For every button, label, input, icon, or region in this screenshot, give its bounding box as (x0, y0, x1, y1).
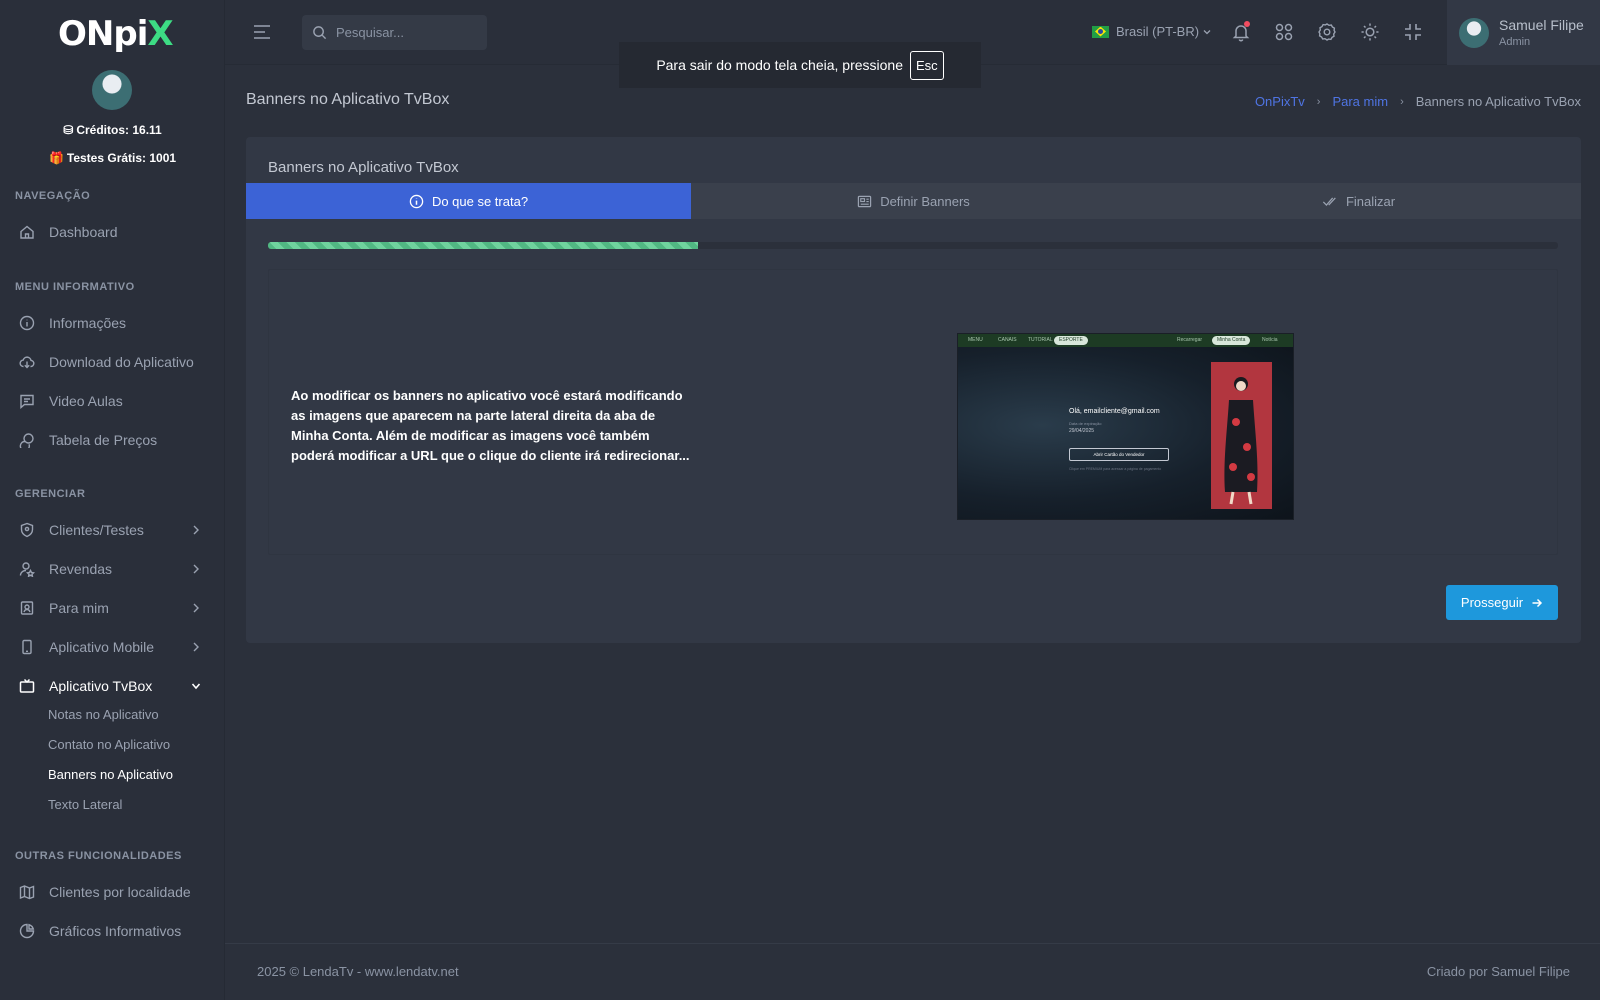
info-icon (19, 315, 35, 331)
card-title: Banners no Aplicativo TvBox (268, 159, 459, 176)
notification-dot (1244, 21, 1250, 27)
footer: 2025 © LendaTv - www.lendatv.net Criado … (225, 943, 1600, 1000)
free-trials-badge: 🎁 Testes Grátis: 1001 (48, 151, 177, 165)
exit-fullscreen-button[interactable] (1403, 22, 1423, 42)
tv-icon (19, 678, 35, 694)
hamburger-menu-icon[interactable] (252, 22, 272, 42)
logo-suffix: pi (113, 14, 148, 54)
settings-button[interactable] (1317, 22, 1337, 42)
coins-icon (19, 432, 35, 448)
step-description: Ao modificar os banners no aplicativo vo… (291, 388, 690, 463)
arrow-right-icon (1532, 598, 1543, 607)
sidebar-subitem-notas[interactable]: Notas no Aplicativo (48, 707, 159, 722)
sidebar-item-revendas[interactable]: Revendas (0, 553, 225, 585)
wizard-card: Banners no Aplicativo TvBox Do que se tr… (246, 137, 1581, 643)
breadcrumb-onpixtv[interactable]: OnPixTv (1255, 94, 1305, 109)
section-navegacao: NAVEGAÇÃO (15, 190, 91, 202)
preview-side-banner (1211, 362, 1272, 509)
breadcrumb-current: Banners no Aplicativo TvBox (1415, 94, 1581, 109)
search-icon (313, 26, 327, 40)
footer-credits: Criado por Samuel Filipe (1426, 964, 1570, 979)
breadcrumb: OnPixTv › Para mim › Banners no Aplicati… (1255, 94, 1581, 109)
apps-grid-icon (1275, 23, 1293, 41)
user-name: Samuel Filipe (1499, 17, 1584, 33)
step-finalizar[interactable]: Finalizar (1136, 183, 1581, 219)
sidebar-item-graficos[interactable]: Gráficos Informativos (0, 915, 225, 947)
sidebar-item-clientes-localidade[interactable]: Clientes por localidade (0, 876, 225, 908)
user-avatar (1459, 17, 1489, 48)
user-menu[interactable]: Samuel Filipe Admin (1447, 0, 1600, 65)
user-star-icon (19, 561, 35, 577)
logo-x: X (147, 14, 173, 54)
map-icon (19, 884, 35, 900)
sidebar-subitem-contato[interactable]: Contato no Aplicativo (48, 737, 170, 752)
chevron-right-icon (193, 642, 199, 652)
sidebar-item-video-aulas[interactable]: Video Aulas (0, 385, 225, 417)
theme-toggle-button[interactable] (1360, 22, 1380, 42)
apps-button[interactable] (1274, 22, 1294, 42)
info-icon (409, 194, 424, 208)
step-definir-banners[interactable]: Definir Banners (691, 183, 1136, 219)
section-menu-informativo: MENU INFORMATIVO (15, 281, 135, 293)
search-box (302, 15, 487, 50)
step-do-que-se-trata[interactable]: Do que se trata? (246, 183, 691, 219)
user-role: Admin (1499, 36, 1531, 48)
notifications-button[interactable] (1231, 21, 1251, 42)
sun-icon (1361, 23, 1379, 41)
onpix-logo[interactable]: ONpiX (58, 14, 174, 54)
progress-bar (268, 242, 1558, 249)
chevron-down-icon (191, 683, 201, 690)
anime-character-illustration (1224, 377, 1258, 505)
chevron-down-icon (1203, 29, 1211, 34)
progress-fill (268, 242, 698, 249)
language-selector[interactable]: Brasil (PT-BR) (1092, 24, 1212, 39)
esc-key-hint: Esc (910, 50, 944, 80)
sidebar-item-download[interactable]: Download do Aplicativo (0, 346, 225, 378)
sidebar-item-app-mobile[interactable]: Aplicativo Mobile (0, 631, 225, 663)
page-title: Banners no Aplicativo TvBox (246, 91, 450, 108)
sidebar-item-app-tvbox[interactable]: Aplicativo TvBox (0, 670, 225, 702)
sidebar-item-dashboard[interactable]: Dashboard (0, 216, 225, 248)
banner-preview-image: MENU CANAIS TUTORIAL ESPORTE Recarregar … (957, 333, 1294, 520)
gear-icon (1318, 23, 1336, 41)
sidebar-item-para-mim[interactable]: Para mim (0, 592, 225, 624)
section-gerenciar: GERENCIAR (15, 488, 86, 500)
double-check-icon (1322, 197, 1336, 206)
breadcrumb-para-mim[interactable]: Para mim (1332, 94, 1388, 109)
chevron-right-icon (193, 525, 199, 535)
credits-badge: ⛁ Créditos: 16.11 (63, 123, 162, 137)
message-icon (19, 393, 35, 409)
search-input[interactable] (336, 15, 481, 50)
chevron-right-icon (193, 603, 199, 613)
footer-copyright: 2025 © LendaTv - www.lendatv.net (257, 964, 459, 979)
sidebar-subitem-texto-lateral[interactable]: Texto Lateral (48, 797, 122, 812)
section-outras: OUTRAS FUNCIONALIDADES (15, 850, 182, 862)
fullscreen-toast: Para sair do modo tela cheia, pressione … (619, 42, 981, 88)
pie-chart-icon (19, 923, 35, 939)
id-badge-icon (19, 600, 35, 616)
smartphone-icon (19, 639, 35, 655)
coins-icon: ⛁ (63, 123, 74, 137)
shield-icon (19, 522, 35, 538)
gift-icon: 🎁 (48, 151, 64, 165)
step-content: Ao modificar os banners no aplicativo vo… (268, 269, 1558, 555)
home-icon (19, 224, 35, 240)
chevron-right-icon: › (1400, 95, 1404, 108)
sidebar-subitem-banners[interactable]: Banners no Aplicativo (48, 767, 173, 782)
newspaper-icon (857, 195, 872, 207)
sidebar-item-tabela-precos[interactable]: Tabela de Preços (0, 424, 225, 456)
chevron-right-icon: › (1316, 95, 1321, 108)
sidebar: ONpiX ⛁ Créditos: 16.11 🎁 Testes Grátis: 1… (0, 0, 225, 1000)
chevron-right-icon (193, 564, 199, 574)
cloud-download-icon (19, 354, 35, 370)
sidebar-item-clientes-testes[interactable]: Clientes/Testes (0, 514, 225, 546)
brazil-flag-icon (1092, 25, 1109, 38)
wizard-steps: Do que se trata? Definir Banners Finaliz… (246, 183, 1581, 219)
logo-prefix: ON (58, 14, 114, 54)
sidebar-item-informacoes[interactable]: Informações (0, 307, 225, 339)
sidebar-avatar[interactable] (92, 70, 132, 110)
minimize-icon (1405, 24, 1421, 40)
proceed-button[interactable]: Prosseguir (1446, 585, 1558, 620)
